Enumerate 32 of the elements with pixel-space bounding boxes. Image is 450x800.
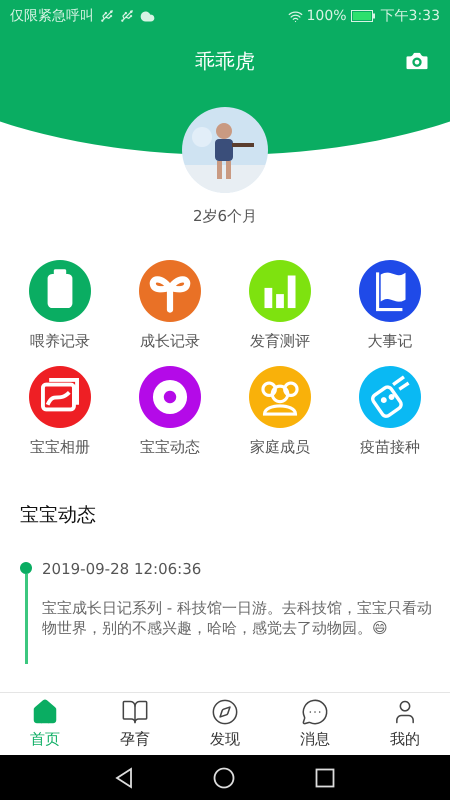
book-icon bbox=[121, 698, 149, 726]
usb-icon bbox=[120, 9, 134, 23]
feature-button[interactable]: 喂养记录 bbox=[5, 260, 115, 352]
feature-button[interactable]: 宝宝相册 bbox=[5, 366, 115, 458]
post-time: 2019-09-28 12:06:36 bbox=[42, 559, 202, 580]
feature-button[interactable]: 大事记 bbox=[335, 260, 445, 352]
cloud-icon bbox=[140, 8, 155, 24]
battery-icon bbox=[350, 10, 375, 22]
post-text: 宝宝成长日记系列 - 科技馆一日游。去科技馆，宝宝只看动物世界，别的不感兴趣，哈哈，感觉去了动物园。😄 bbox=[42, 598, 433, 638]
nav-tab[interactable]: 我的 bbox=[360, 693, 450, 755]
feature-button[interactable]: 疫苗接种 bbox=[335, 366, 445, 458]
clock-text: 下午3:33 bbox=[380, 6, 440, 26]
compass-icon bbox=[211, 698, 239, 726]
battery-percent: 100% bbox=[306, 6, 347, 26]
nav-tab[interactable]: 孕育 bbox=[90, 693, 180, 755]
feature-button[interactable]: 宝宝动态 bbox=[115, 366, 225, 458]
feature-button[interactable]: 成长记录 bbox=[115, 260, 225, 352]
recents-icon[interactable] bbox=[315, 768, 335, 788]
carrier-text: 仅限紧急呼叫 bbox=[10, 6, 94, 26]
chat-icon bbox=[301, 698, 329, 726]
section-title: 宝宝动态 bbox=[20, 502, 97, 528]
feature-button[interactable]: 家庭成员 bbox=[225, 366, 335, 458]
nav-tab[interactable]: 发现 bbox=[180, 693, 270, 755]
home-circle-icon[interactable] bbox=[213, 766, 235, 788]
nav-tab[interactable]: 消息 bbox=[270, 693, 360, 755]
feature-button[interactable]: 发育测评 bbox=[225, 260, 335, 352]
app-title: 乖乖虎 bbox=[195, 48, 255, 75]
usb-icon bbox=[100, 9, 114, 23]
home-icon bbox=[31, 698, 59, 726]
back-icon[interactable] bbox=[115, 766, 133, 788]
wifi-icon bbox=[288, 8, 303, 24]
age-text: 2岁6个月 bbox=[192, 206, 258, 227]
